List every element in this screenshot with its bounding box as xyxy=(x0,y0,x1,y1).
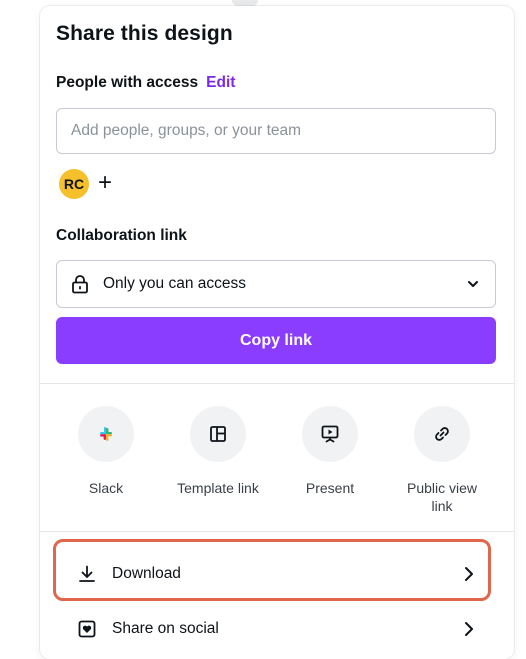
share-dialog: Share this design People with access Edit… xyxy=(40,6,514,659)
lock-icon xyxy=(69,273,91,295)
chevron-right-icon xyxy=(462,565,476,583)
copy-link-button[interactable]: Copy link xyxy=(56,317,496,364)
download-label: Download xyxy=(112,565,181,582)
dialog-title: Share this design xyxy=(56,22,233,45)
avatar[interactable]: RC xyxy=(59,169,89,199)
add-person-button[interactable]: + xyxy=(92,167,118,199)
download-icon xyxy=(76,563,98,585)
share-option-public-view-link[interactable]: Public view link xyxy=(392,406,492,515)
template-icon xyxy=(190,406,246,462)
chevron-down-icon xyxy=(465,276,481,292)
share-on-social-label: Share on social xyxy=(112,620,219,637)
access-select[interactable]: Only you can access xyxy=(56,260,496,308)
people-with-access-label: People with access xyxy=(56,74,199,91)
chevron-right-icon xyxy=(462,620,476,638)
slack-icon xyxy=(78,406,134,462)
people-with-access-row: People with access Edit xyxy=(56,74,235,92)
share-option-label: Slack xyxy=(88,480,124,496)
heart-icon xyxy=(76,618,98,640)
collaboration-link-label: Collaboration link xyxy=(56,227,187,244)
share-on-social-row[interactable]: Share on social xyxy=(56,603,496,655)
divider xyxy=(40,531,514,532)
add-people-input[interactable] xyxy=(56,108,496,154)
share-option-label: Public view link xyxy=(406,480,478,514)
share-option-label: Present xyxy=(305,480,355,496)
access-select-value: Only you can access xyxy=(103,275,247,292)
divider xyxy=(40,383,514,384)
share-option-slack[interactable]: Slack xyxy=(56,406,156,497)
share-option-template-link[interactable]: Template link xyxy=(168,406,268,497)
link-icon xyxy=(414,406,470,462)
share-option-label: Template link xyxy=(177,480,259,496)
edit-link[interactable]: Edit xyxy=(206,74,235,91)
share-option-present[interactable]: Present xyxy=(280,406,380,497)
download-row[interactable]: Download xyxy=(56,548,496,600)
present-icon xyxy=(302,406,358,462)
